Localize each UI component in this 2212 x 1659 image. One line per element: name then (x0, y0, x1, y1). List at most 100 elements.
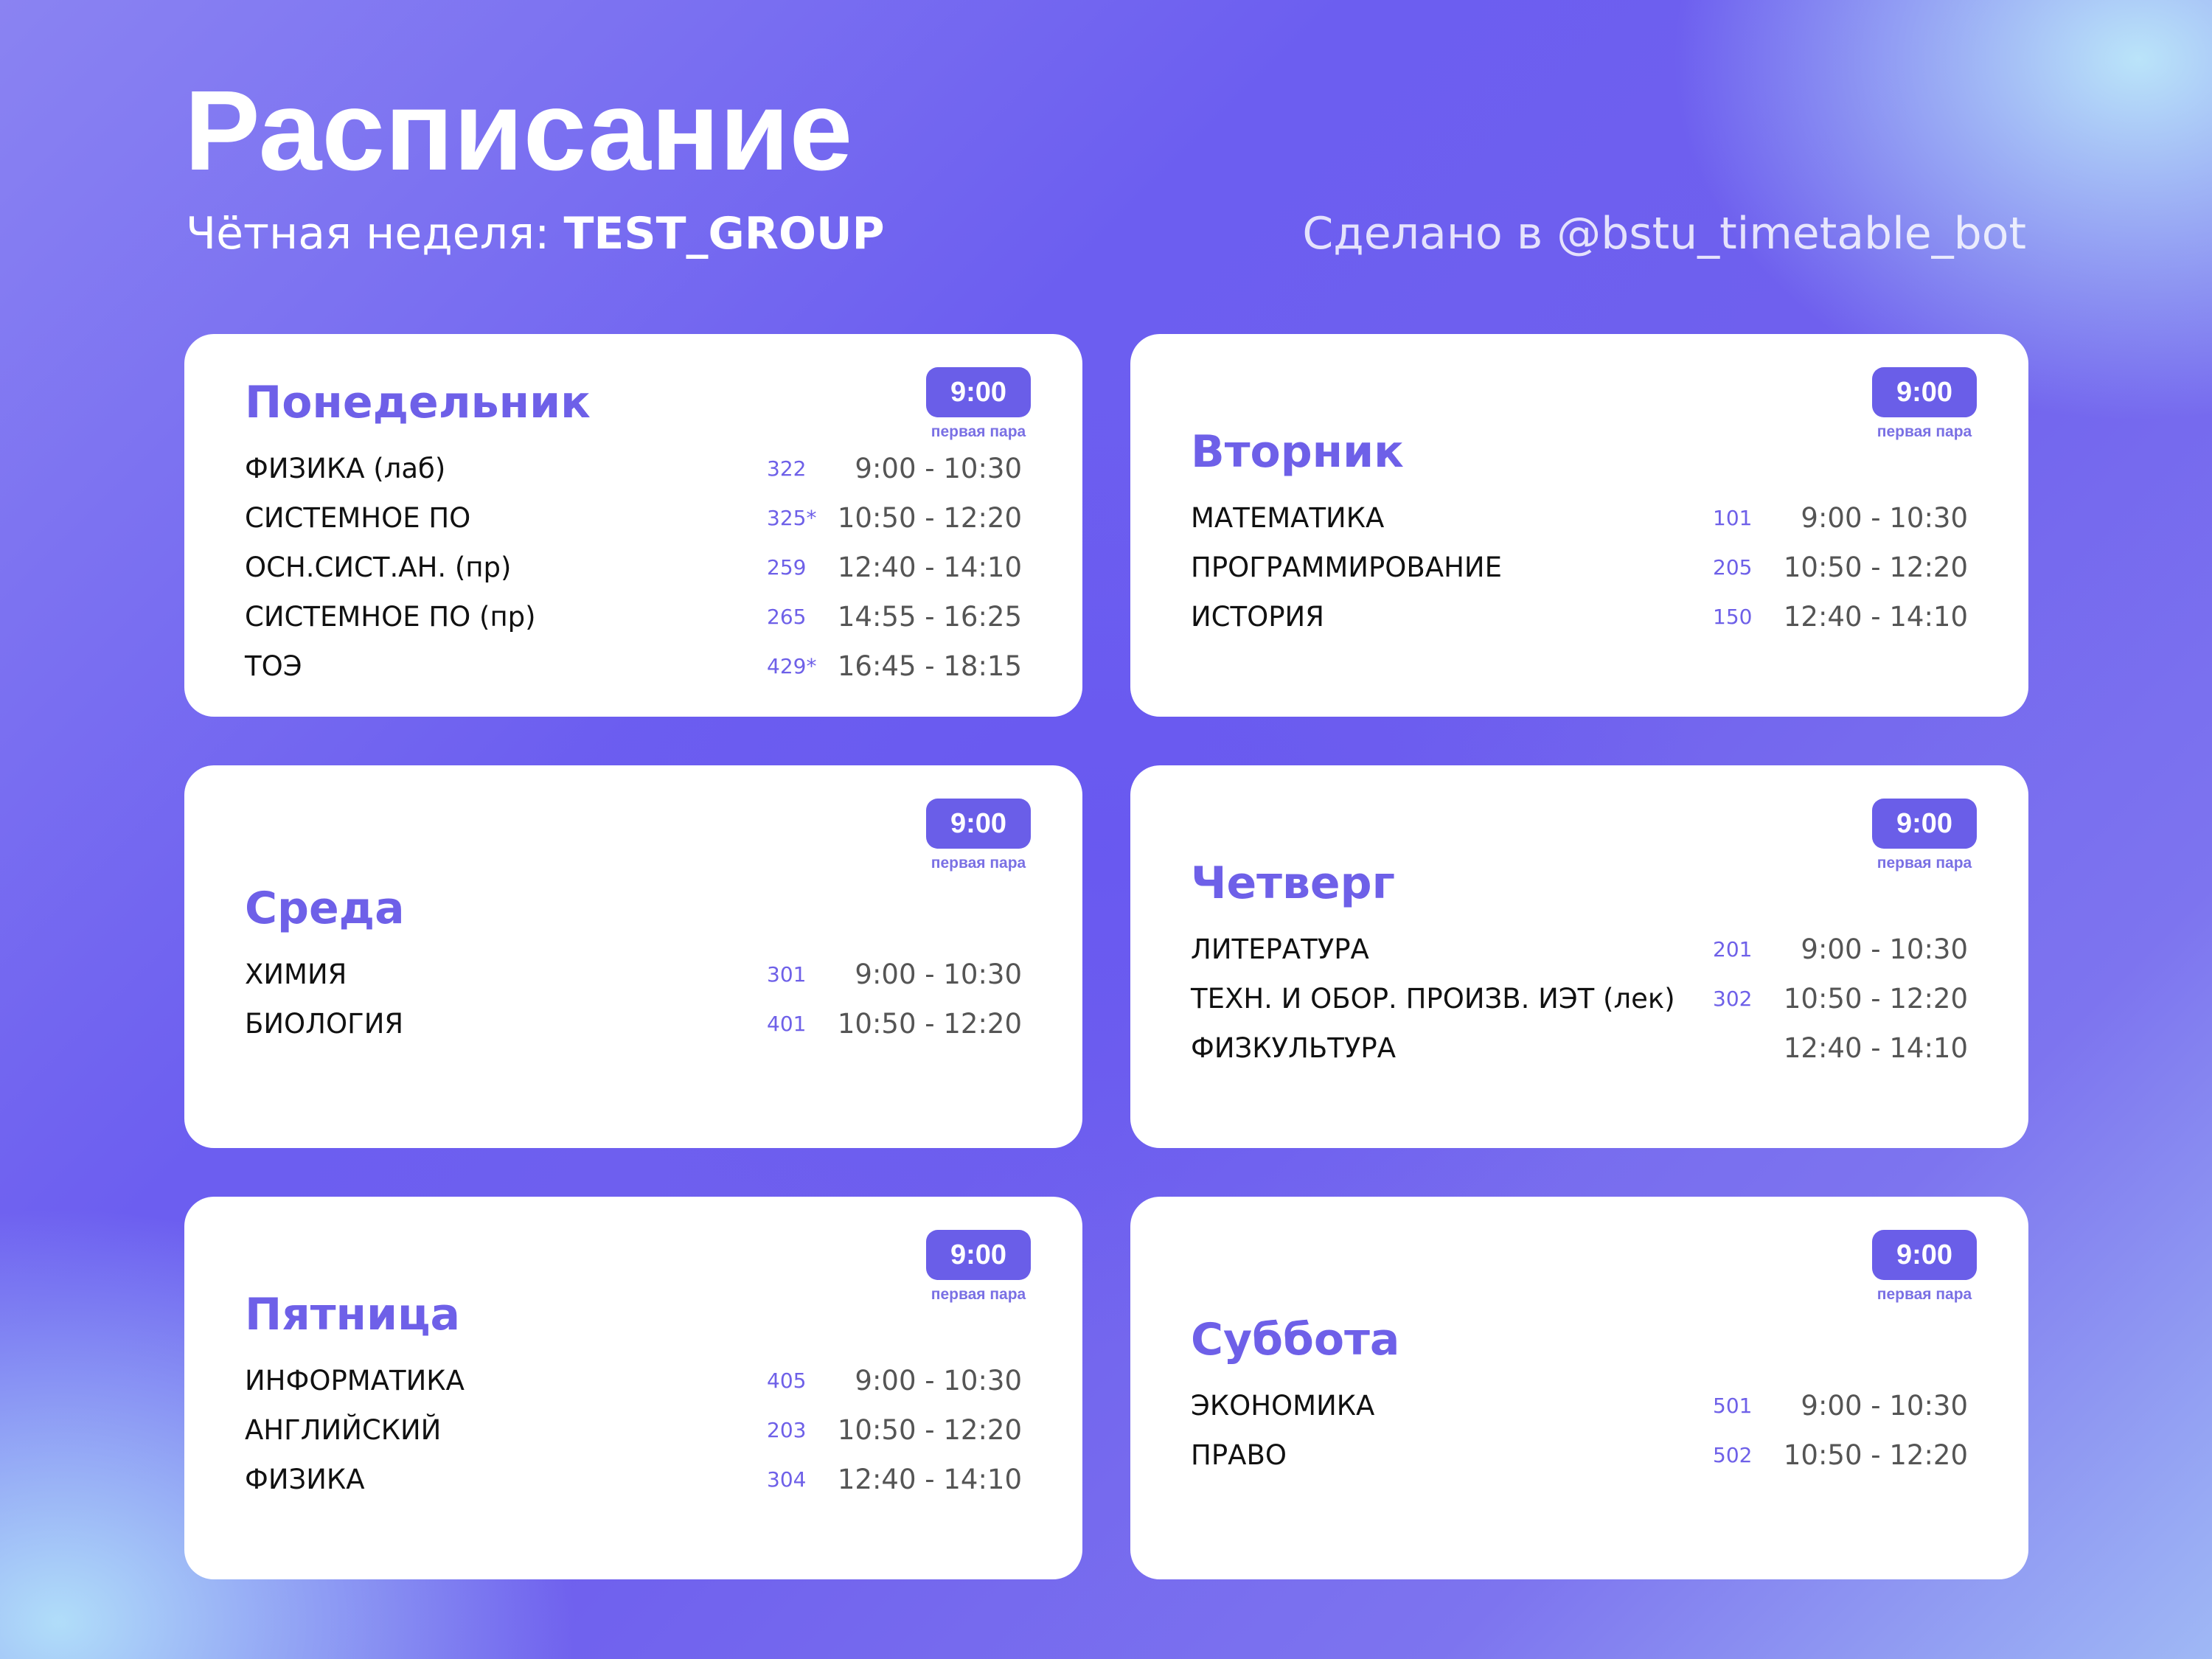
lesson-row: ФИЗКУЛЬТУРА 12:40 - 14:10 (1191, 1023, 1968, 1073)
week-label: Чётная неделя: (186, 208, 564, 260)
lesson-row: ПРОГРАММИРОВАНИЕ 205 10:50 - 12:20 (1191, 543, 1968, 592)
lesson-row: ОСН.СИСТ.АН. (пр) 259 12:40 - 14:10 (245, 543, 1022, 592)
day-title: Суббота (1191, 1314, 1400, 1366)
lesson-room: 429* (767, 654, 817, 678)
lesson-subject: АНГЛИЙСКИЙ (245, 1414, 442, 1446)
lesson-time: 9:00 - 10:30 (855, 1365, 1022, 1397)
first-lesson-time: 9:00 (1872, 367, 1977, 417)
lesson-list: ФИЗИКА (лаб) 322 9:00 - 10:30 СИСТЕМНОЕ ПО… (245, 444, 1022, 691)
lesson-subject: ОСН.СИСТ.АН. (пр) (245, 552, 512, 583)
first-lesson-note: первая пара (1877, 855, 1972, 872)
lesson-room: 205 (1713, 555, 1753, 580)
first-lesson-note: первая пара (931, 1286, 1026, 1303)
lesson-subject: СИСТЕМНОЕ ПО (пр) (245, 601, 536, 633)
page-title: Расписание (184, 67, 853, 194)
lesson-room: 302 (1713, 987, 1753, 1011)
day-card-tuesday: 9:00 первая пара Вторник МАТЕМАТИКА 101 9:… (1130, 334, 2028, 717)
lesson-time: 9:00 - 10:30 (1801, 1390, 1968, 1422)
lesson-time: 12:40 - 14:10 (837, 552, 1022, 583)
lesson-row: АНГЛИЙСКИЙ 203 10:50 - 12:20 (245, 1405, 1022, 1455)
lesson-list: ИНФОРМАТИКА 405 9:00 - 10:30 АНГЛИЙСКИЙ 203… (245, 1356, 1022, 1504)
group-name: TEST_GROUP (563, 208, 885, 260)
lesson-room: 501 (1713, 1394, 1753, 1418)
day-card-friday: 9:00 первая пара Пятница ИНФОРМАТИКА 405 9… (184, 1197, 1082, 1579)
lesson-list: МАТЕМАТИКА 101 9:00 - 10:30 ПРОГРАММИРОВАН… (1191, 493, 1968, 641)
day-title: Понедельник (245, 377, 591, 428)
lesson-row: БИОЛОГИЯ 401 10:50 - 12:20 (245, 999, 1022, 1048)
first-lesson-note: первая пара (931, 855, 1026, 872)
lesson-subject: ФИЗИКА (245, 1464, 365, 1495)
day-card-thursday: 9:00 первая пара Четверг ЛИТЕРАТУРА 201 9:… (1130, 765, 2028, 1148)
lesson-row: ИНФОРМАТИКА 405 9:00 - 10:30 (245, 1356, 1022, 1405)
first-lesson-badge: 9:00 первая пара (1872, 1230, 1977, 1304)
lesson-row: ТОЭ 429* 16:45 - 18:15 (245, 641, 1022, 691)
day-card-saturday: 9:00 первая пара Суббота ЭКОНОМИКА 501 9:0… (1130, 1197, 2028, 1579)
lesson-subject: ПРОГРАММИРОВАНИЕ (1191, 552, 1502, 583)
lesson-subject: ЭКОНОМИКА (1191, 1390, 1375, 1422)
lesson-row: МАТЕМАТИКА 101 9:00 - 10:30 (1191, 493, 1968, 543)
lesson-time: 10:50 - 12:20 (837, 502, 1022, 534)
lesson-row: ЭКОНОМИКА 501 9:00 - 10:30 (1191, 1381, 1968, 1430)
first-lesson-time: 9:00 (926, 1230, 1031, 1280)
lesson-time: 9:00 - 10:30 (1801, 933, 1968, 965)
lesson-subject: ТОЭ (245, 650, 302, 682)
lesson-subject: ТЕХН. И ОБОР. ПРОИЗВ. ИЭТ (лек) (1191, 983, 1675, 1015)
lesson-time: 10:50 - 12:20 (837, 1414, 1022, 1446)
lesson-time: 9:00 - 10:30 (855, 959, 1022, 990)
first-lesson-badge: 9:00 первая пара (926, 367, 1031, 441)
first-lesson-time: 9:00 (926, 367, 1031, 417)
lesson-list: ХИМИЯ 301 9:00 - 10:30 БИОЛОГИЯ 401 10:50 - … (245, 950, 1022, 1048)
lesson-time: 9:00 - 10:30 (1801, 502, 1968, 534)
lesson-room: 401 (767, 1012, 807, 1036)
first-lesson-badge: 9:00 первая пара (926, 1230, 1031, 1304)
day-title: Четверг (1191, 858, 1395, 909)
lesson-subject: БИОЛОГИЯ (245, 1008, 404, 1040)
day-title: Среда (245, 883, 405, 934)
lesson-subject: ХИМИЯ (245, 959, 347, 990)
lesson-time: 12:40 - 14:10 (1783, 1032, 1968, 1064)
lesson-row: ТЕХН. И ОБОР. ПРОИЗВ. ИЭТ (лек) 302 10:50 … (1191, 974, 1968, 1023)
week-subtitle: Чётная неделя: TEST_GROUP (186, 209, 885, 258)
lesson-time: 10:50 - 12:20 (1783, 983, 1968, 1015)
lesson-time: 10:50 - 12:20 (1783, 1439, 1968, 1471)
lesson-room: 405 (767, 1368, 807, 1393)
lesson-subject: СИСТЕМНОЕ ПО (245, 502, 471, 534)
lesson-list: ЭКОНОМИКА 501 9:00 - 10:30 ПРАВО 502 10:50 -… (1191, 1381, 1968, 1480)
first-lesson-time: 9:00 (1872, 1230, 1977, 1280)
lesson-room: 101 (1713, 506, 1753, 530)
lesson-time: 10:50 - 12:20 (1783, 552, 1968, 583)
lesson-time: 12:40 - 14:10 (1783, 601, 1968, 633)
lesson-room: 502 (1713, 1443, 1753, 1467)
first-lesson-time: 9:00 (1872, 799, 1977, 849)
lesson-subject: ФИЗКУЛЬТУРА (1191, 1032, 1397, 1064)
lesson-row: ФИЗИКА (лаб) 322 9:00 - 10:30 (245, 444, 1022, 493)
lesson-subject: ПРАВО (1191, 1439, 1287, 1471)
lesson-subject: ИСТОРИЯ (1191, 601, 1324, 633)
first-lesson-badge: 9:00 первая пара (926, 799, 1031, 872)
day-card-wednesday: 9:00 первая пара Среда ХИМИЯ 301 9:00 - 10… (184, 765, 1082, 1148)
lesson-list: ЛИТЕРАТУРА 201 9:00 - 10:30 ТЕХН. И ОБОР. … (1191, 925, 1968, 1073)
first-lesson-note: первая пара (1877, 423, 1972, 440)
lesson-subject: МАТЕМАТИКА (1191, 502, 1385, 534)
lesson-time: 10:50 - 12:20 (837, 1008, 1022, 1040)
lesson-room: 304 (767, 1467, 807, 1492)
lesson-room: 265 (767, 605, 807, 629)
day-title: Вторник (1191, 426, 1404, 478)
day-title: Пятница (245, 1289, 460, 1340)
first-lesson-note: первая пара (1877, 1286, 1972, 1303)
lesson-row: СИСТЕМНОЕ ПО 325* 10:50 - 12:20 (245, 493, 1022, 543)
lesson-room: 325* (767, 506, 817, 530)
lesson-room: 301 (767, 962, 807, 987)
lesson-row: ПРАВО 502 10:50 - 12:20 (1191, 1430, 1968, 1480)
lesson-subject: ЛИТЕРАТУРА (1191, 933, 1369, 965)
lesson-subject: ФИЗИКА (лаб) (245, 453, 446, 484)
lesson-time: 16:45 - 18:15 (837, 650, 1022, 682)
day-card-monday: 9:00 первая пара Понедельник ФИЗИКА (лаб… (184, 334, 1082, 717)
lesson-room: 201 (1713, 937, 1753, 961)
bot-credit: Сделано в @bstu_timetable_bot (1302, 208, 2026, 260)
lesson-row: СИСТЕМНОЕ ПО (пр) 265 14:55 - 16:25 (245, 592, 1022, 641)
first-lesson-badge: 9:00 первая пара (1872, 367, 1977, 441)
first-lesson-note: первая пара (931, 423, 1026, 440)
first-lesson-badge: 9:00 первая пара (1872, 799, 1977, 872)
first-lesson-time: 9:00 (926, 799, 1031, 849)
